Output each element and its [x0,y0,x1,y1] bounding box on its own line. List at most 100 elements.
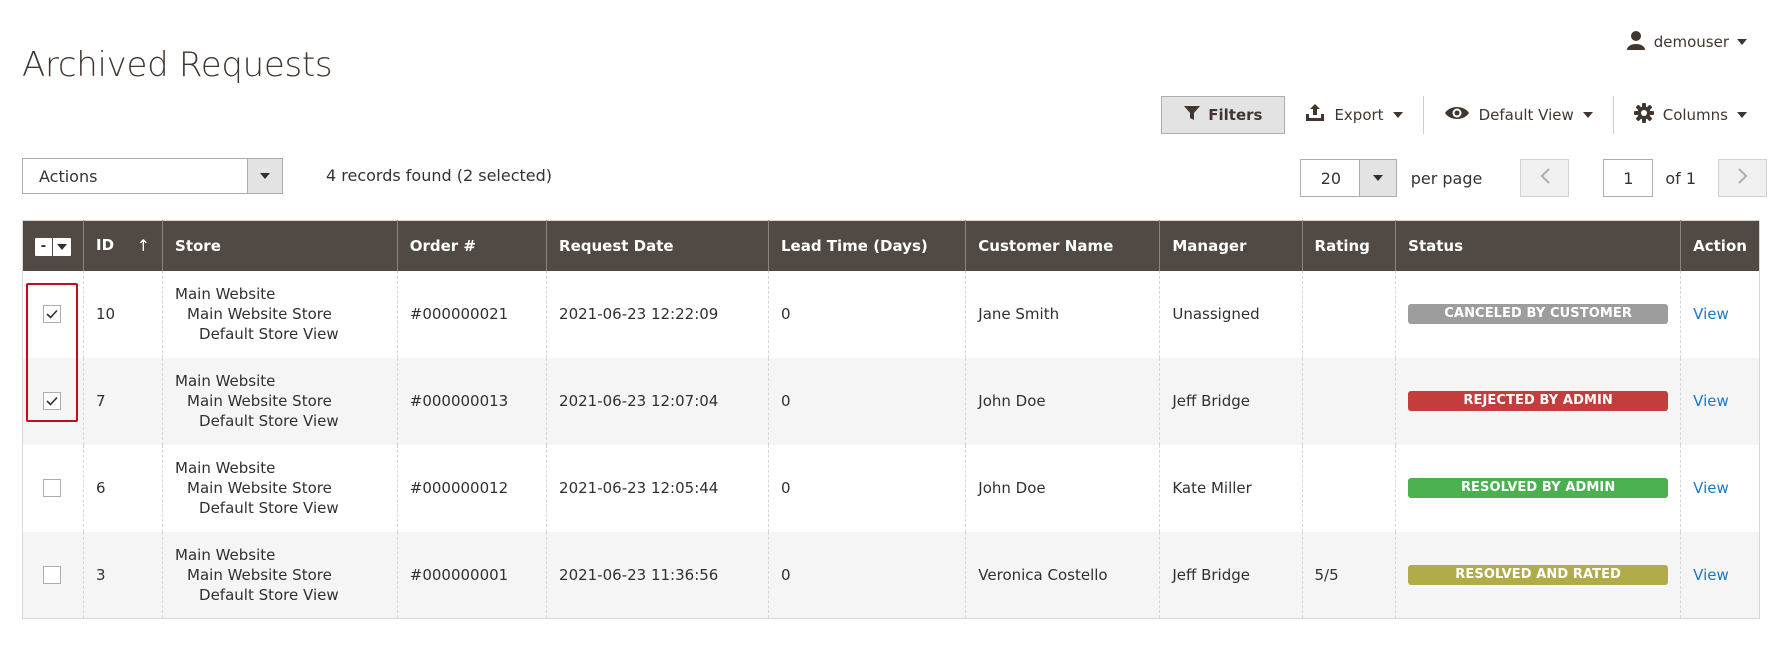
view-link[interactable]: View [1693,305,1729,323]
store-website: Main Website [175,459,276,477]
column-header-action: Action [1680,220,1760,271]
row-select-cell [22,444,84,532]
cell-action: View [1680,357,1760,445]
cell-store: Main Website Main Website Store Default St… [162,357,398,445]
view-link[interactable]: View [1693,479,1729,497]
column-header-lead-time[interactable]: Lead Time (Days) [768,220,967,271]
chevron-down-icon [1737,112,1747,118]
store-website: Main Website [175,372,276,390]
store-view: Default Store View [199,412,339,430]
row-checkbox[interactable] [43,479,61,497]
page-count: of 1 [1665,168,1696,188]
cell-manager: Unassigned [1159,270,1303,358]
per-page-toggle[interactable] [1358,160,1396,196]
chevron-down-icon [260,173,270,179]
export-icon [1305,104,1325,126]
grid-toolbar: Filters Export Default View Columns [1161,96,1767,134]
checkmark-icon [46,396,58,406]
column-header-id[interactable]: ID ↑ [83,220,164,271]
pager: 20 per page 1 of 1 [1299,159,1767,197]
filters-label: Filters [1208,106,1263,124]
chevron-down-icon [1372,175,1383,181]
per-page-label: per page [1410,168,1483,188]
cell-customer-name: Jane Smith [965,270,1161,358]
table-row: 7 Main Website Main Website Store Default S… [22,357,1760,445]
cell-rating [1302,444,1397,532]
current-page-input[interactable]: 1 [1603,159,1654,197]
chevron-down-icon [1392,112,1403,118]
chevron-down-icon [1582,112,1593,118]
row-select-cell [22,531,84,619]
actions-dropdown[interactable]: Actions [22,158,283,194]
store-store: Main Website Store [187,305,332,323]
cell-customer-name: Veronica Costello [965,531,1161,619]
cell-request-date: 2021-06-23 11:36:56 [546,531,769,619]
default-view-button[interactable]: Default View [1424,96,1613,134]
column-header-customer-name[interactable]: Customer Name [965,220,1161,271]
cell-order: #000000021 [397,270,548,358]
cell-action: View [1680,270,1760,358]
cell-customer-name: John Doe [965,444,1161,532]
chevron-down-icon [53,243,71,250]
cell-action: View [1680,444,1760,532]
status-badge: RESOLVED AND RATED [1408,564,1669,585]
status-badge: RESOLVED BY ADMIN [1408,478,1669,498]
cell-order: #000000001 [397,531,548,619]
table-row: 6 Main Website Main Website Store Default S… [22,444,1760,532]
mass-select-dropdown[interactable]: - [35,237,71,256]
column-header-rating[interactable]: Rating [1302,220,1397,271]
user-icon [1626,30,1646,54]
chevron-left-icon [1540,168,1550,188]
columns-label: Columns [1662,106,1728,124]
mass-select-label: - [35,237,53,256]
chevron-right-icon [1737,168,1748,188]
cell-store: Main Website Main Website Store Default St… [162,270,398,358]
cell-request-date: 2021-06-23 12:22:09 [546,270,769,358]
column-header-manager[interactable]: Manager [1159,220,1303,271]
cell-id: 10 [83,270,164,358]
cell-manager: Kate Miller [1159,444,1303,532]
previous-page-button[interactable] [1520,159,1570,197]
column-header-request-date[interactable]: Request Date [546,220,769,271]
filters-button[interactable]: Filters [1161,96,1286,134]
store-view: Default Store View [199,325,339,343]
actions-dropdown-toggle[interactable] [247,159,282,193]
columns-button[interactable]: Columns [1614,96,1767,134]
cell-status: CANCELED BY CUSTOMER [1395,270,1682,358]
cell-customer-name: John Doe [965,357,1161,445]
per-page-select[interactable]: 20 [1299,159,1397,197]
store-website: Main Website [175,285,276,303]
actions-label: Actions [39,166,98,186]
cell-lead-time: 0 [768,444,967,532]
row-checkbox[interactable] [43,565,61,584]
column-header-store[interactable]: Store [162,220,398,271]
user-name: demouser [1653,33,1729,51]
status-badge: CANCELED BY CUSTOMER [1408,304,1669,324]
cell-rating: 5/5 [1302,531,1397,619]
grid-header-row: - ID ↑ Store Order # Request Date Lead T… [22,220,1760,271]
export-button[interactable]: Export [1285,96,1422,134]
mass-select-header: - [22,220,84,271]
user-menu[interactable]: demouser [1626,30,1747,54]
cell-order: #000000013 [397,357,548,445]
next-page-button[interactable] [1718,159,1767,197]
row-checkbox[interactable] [43,392,61,410]
status-badge: REJECTED BY ADMIN [1408,391,1669,411]
column-header-order[interactable]: Order # [397,220,548,271]
cell-rating [1302,270,1397,358]
column-header-status[interactable]: Status [1395,220,1682,271]
eye-icon [1444,105,1470,125]
cell-request-date: 2021-06-23 12:07:04 [546,357,769,445]
cell-manager: Jeff Bridge [1159,531,1303,619]
cell-id: 6 [83,444,164,532]
cell-lead-time: 0 [768,270,967,358]
row-checkbox[interactable] [43,305,61,323]
page-title: Archived Requests [22,44,333,85]
records-summary: 4 records found (2 selected) [326,166,553,185]
default-view-label: Default View [1478,106,1574,124]
store-view: Default Store View [199,499,339,517]
table-row: 3 Main Website Main Website Store Default S… [22,531,1760,619]
view-link[interactable]: View [1693,566,1729,584]
view-link[interactable]: View [1693,392,1729,410]
sort-ascending-icon: ↑ [136,236,151,256]
